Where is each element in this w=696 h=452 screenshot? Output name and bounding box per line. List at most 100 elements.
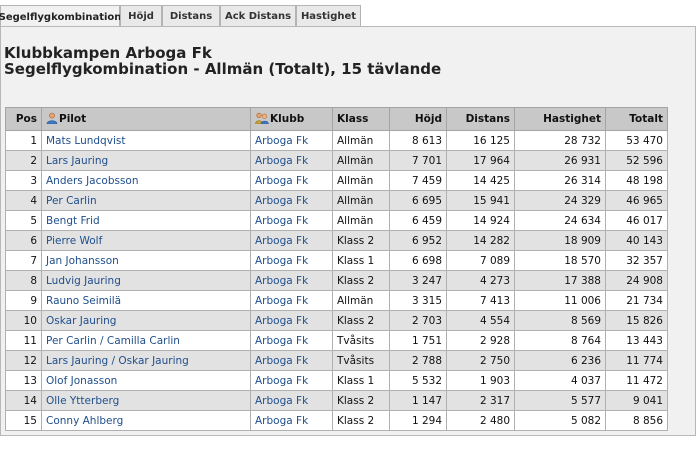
- pilot-link[interactable]: Per Carlin / Camilla Carlin: [46, 335, 180, 347]
- table-row: 3 Anders Jacobsson Arboga Fk Allmän 7 459 14 …: [5, 170, 668, 191]
- pilot-link[interactable]: Lars Jauring: [46, 155, 108, 167]
- table-row: 2 Lars Jauring Arboga Fk Allmän 7 701 17 964 2…: [5, 150, 668, 171]
- tab-hojd[interactable]: Höjd: [120, 5, 162, 26]
- club-icon: [255, 112, 269, 127]
- column-header-pilot[interactable]: Pilot: [41, 107, 251, 131]
- table-row: 7 Jan Johansson Arboga Fk Klass 16 698 7 089…: [5, 250, 668, 271]
- club-link[interactable]: Arboga Fk: [255, 415, 308, 427]
- pilot-link[interactable]: Per Carlin: [46, 195, 97, 207]
- cell-hastighet: 6 236: [514, 350, 606, 371]
- pilot-link[interactable]: Conny Ahlberg: [46, 415, 123, 427]
- cell-hojd: 1 147: [389, 390, 447, 411]
- cell-pilot: Lars Jauring / Oskar Jauring: [41, 350, 251, 371]
- cell-distans: 2 928: [446, 330, 515, 351]
- cell-pilot: Per Carlin / Camilla Carlin: [41, 330, 251, 351]
- tab-hastighet[interactable]: Hastighet: [296, 5, 361, 26]
- club-link[interactable]: Arboga Fk: [255, 315, 308, 327]
- pilot-link[interactable]: Rauno Seimilä: [46, 295, 121, 307]
- table-row: 10 Oskar Jauring Arboga Fk Klass 22 703 4 55…: [5, 310, 668, 331]
- club-link[interactable]: Arboga Fk: [255, 155, 308, 167]
- club-link[interactable]: Arboga Fk: [255, 395, 308, 407]
- pilot-link[interactable]: Oskar Jauring: [46, 315, 116, 327]
- cell-hojd: 5 532: [389, 370, 447, 391]
- cell-klass: Klass 1: [332, 250, 390, 271]
- cell-hastighet: 4 037: [514, 370, 606, 391]
- cell-totalt: 46 965: [605, 190, 668, 211]
- cell-hastighet: 5 082: [514, 410, 606, 431]
- table-row: 14 Olle Ytterberg Arboga Fk Klass 21 147 2 3…: [5, 390, 668, 411]
- cell-pos: 12: [5, 350, 42, 371]
- cell-klass: Klass 1: [332, 370, 390, 391]
- column-header-hojd[interactable]: Höjd: [389, 107, 447, 131]
- cell-pos: 15: [5, 410, 42, 431]
- cell-pilot: Ludvig Jauring: [41, 270, 251, 291]
- club-link[interactable]: Arboga Fk: [255, 295, 308, 307]
- cell-klass: Allmän: [332, 130, 390, 151]
- table-row: 8 Ludvig Jauring Arboga Fk Klass 23 247 4 27…: [5, 270, 668, 291]
- cell-hojd: 1 294: [389, 410, 447, 431]
- cell-pos: 9: [5, 290, 42, 311]
- column-header-klubb-label: Klubb: [270, 112, 305, 125]
- club-link[interactable]: Arboga Fk: [255, 335, 308, 347]
- cell-totalt: 11 774: [605, 350, 668, 371]
- column-header-klass[interactable]: Klass: [332, 107, 390, 131]
- cell-pilot: Rauno Seimilä: [41, 290, 251, 311]
- club-link[interactable]: Arboga Fk: [255, 135, 308, 147]
- pilot-link[interactable]: Bengt Frid: [46, 215, 100, 227]
- cell-pos: 5: [5, 210, 42, 231]
- club-link[interactable]: Arboga Fk: [255, 175, 308, 187]
- cell-klass: Klass 2: [332, 310, 390, 331]
- column-header-klubb[interactable]: Klubb: [250, 107, 333, 131]
- cell-klubb: Arboga Fk: [250, 330, 333, 351]
- pilot-link[interactable]: Jan Johansson: [46, 255, 119, 267]
- results-body: 1 Mats Lundqvist Arboga Fk Allmän 8 613 16 12…: [5, 130, 668, 431]
- pilot-link[interactable]: Lars Jauring / Oskar Jauring: [46, 355, 189, 367]
- cell-hastighet: 18 909: [514, 230, 606, 251]
- tab-ack-distans[interactable]: Ack Distans: [220, 5, 296, 26]
- cell-pos: 6: [5, 230, 42, 251]
- cell-klubb: Arboga Fk: [250, 310, 333, 331]
- tab-segelflygkombination[interactable]: Segelflygkombination: [0, 5, 121, 28]
- column-header-distans[interactable]: Distans: [446, 107, 515, 131]
- cell-pilot: Bengt Frid: [41, 210, 251, 231]
- pilot-link[interactable]: Pierre Wolf: [46, 235, 102, 247]
- tab-distans[interactable]: Distans: [162, 5, 220, 26]
- cell-hojd: 2 788: [389, 350, 447, 371]
- cell-distans: 2 317: [446, 390, 515, 411]
- pilot-link[interactable]: Ludvig Jauring: [46, 275, 121, 287]
- column-header-pos[interactable]: Pos: [5, 107, 42, 131]
- cell-hojd: 6 459: [389, 210, 447, 231]
- cell-pilot: Jan Johansson: [41, 250, 251, 271]
- column-header-totalt[interactable]: Totalt: [605, 107, 668, 131]
- cell-klass: Tvåsits: [332, 330, 390, 351]
- cell-klass: Allmän: [332, 150, 390, 171]
- club-link[interactable]: Arboga Fk: [255, 255, 308, 267]
- club-link[interactable]: Arboga Fk: [255, 195, 308, 207]
- person-icon: [46, 112, 58, 127]
- cell-hojd: 6 695: [389, 190, 447, 211]
- club-link[interactable]: Arboga Fk: [255, 375, 308, 387]
- pilot-link[interactable]: Anders Jacobsson: [46, 175, 139, 187]
- cell-pilot: Pierre Wolf: [41, 230, 251, 251]
- cell-hastighet: 24 329: [514, 190, 606, 211]
- cell-klubb: Arboga Fk: [250, 410, 333, 431]
- cell-klubb: Arboga Fk: [250, 370, 333, 391]
- club-link[interactable]: Arboga Fk: [255, 215, 308, 227]
- table-header-row: Pos Pilot Klubb Klass Höjd Distans Hasti…: [5, 107, 668, 131]
- pilot-link[interactable]: Olle Ytterberg: [46, 395, 119, 407]
- pilot-link[interactable]: Olof Jonasson: [46, 375, 117, 387]
- cell-pos: 10: [5, 310, 42, 331]
- cell-pilot: Mats Lundqvist: [41, 130, 251, 151]
- club-link[interactable]: Arboga Fk: [255, 235, 308, 247]
- cell-klass: Allmän: [332, 170, 390, 191]
- table-row: 6 Pierre Wolf Arboga Fk Klass 26 952 14 282 1…: [5, 230, 668, 251]
- cell-klass: Klass 2: [332, 230, 390, 251]
- cell-totalt: 8 856: [605, 410, 668, 431]
- club-link[interactable]: Arboga Fk: [255, 355, 308, 367]
- cell-hastighet: 28 732: [514, 130, 606, 151]
- pilot-link[interactable]: Mats Lundqvist: [46, 135, 125, 147]
- club-link[interactable]: Arboga Fk: [255, 275, 308, 287]
- cell-pos: 11: [5, 330, 42, 351]
- column-header-hastighet[interactable]: Hastighet: [514, 107, 606, 131]
- cell-hastighet: 26 314: [514, 170, 606, 191]
